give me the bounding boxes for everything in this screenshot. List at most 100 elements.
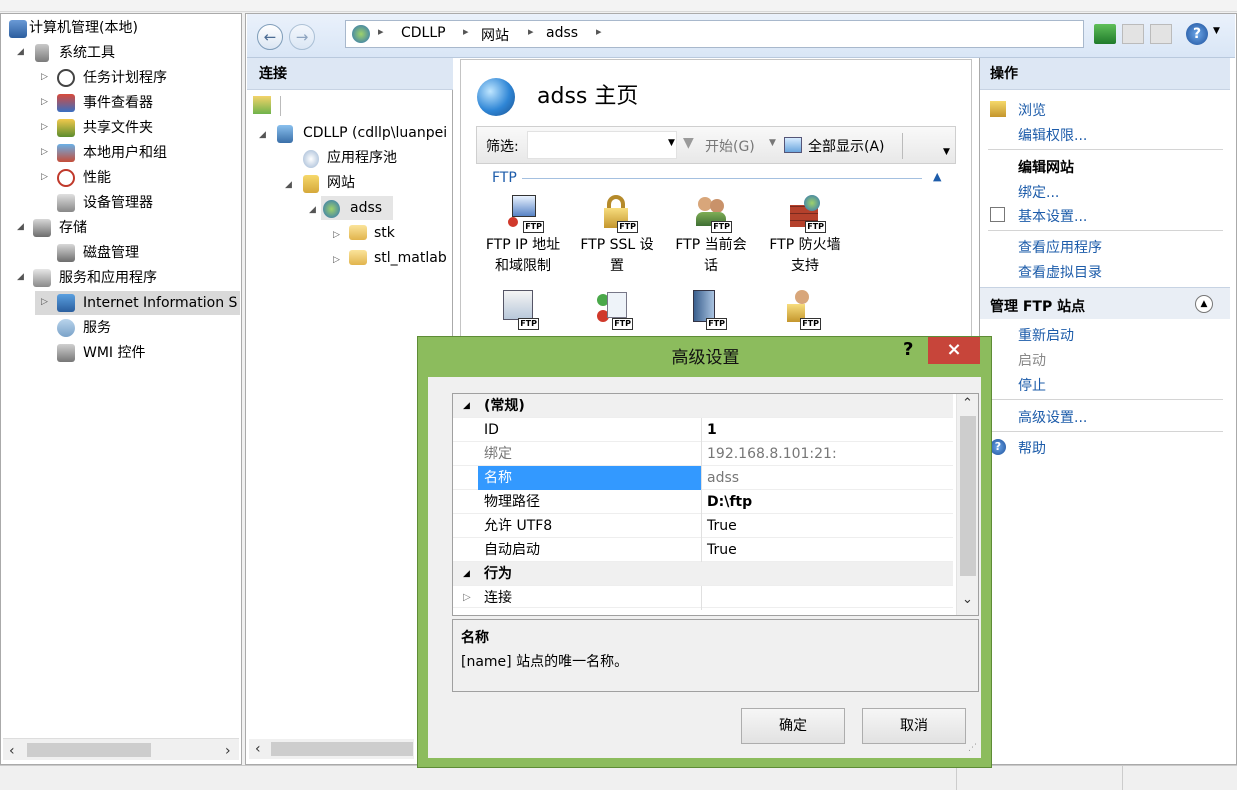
cancel-button[interactable]: 取消 <box>862 708 966 744</box>
category-general[interactable]: ◢ (常规) <box>453 394 953 418</box>
tree-item-wmi[interactable]: WMI 控件 <box>83 341 146 365</box>
stop-icon[interactable] <box>1122 24 1144 44</box>
conn-item-server[interactable]: CDLLP (cdllp\luanpei <box>303 121 453 145</box>
help-icon[interactable]: ? <box>1186 23 1208 45</box>
feature-ftp-ip-restrictions[interactable]: FTP FTP IP 地址 和域限制 <box>478 195 568 277</box>
home-icon[interactable] <box>1150 24 1172 44</box>
expand-arrow-icon[interactable]: ▷ <box>41 122 48 132</box>
chevron-down-icon[interactable]: ▼ <box>769 138 776 148</box>
tree-item-services-applications[interactable]: 服务和应用程序 <box>59 266 157 290</box>
breadcrumb-cdllp[interactable]: CDLLP <box>401 25 446 41</box>
tree-item-event-viewer[interactable]: 事件查看器 <box>83 91 153 115</box>
expand-arrow-icon[interactable]: ▷ <box>41 147 48 157</box>
action-restart[interactable]: 重新启动 <box>1018 325 1074 345</box>
tree-item-device-manager[interactable]: 设备管理器 <box>83 191 153 215</box>
ftp-user-isolation-icon[interactable]: FTP <box>785 290 821 330</box>
ftp-authorization-icon[interactable]: FTP <box>597 290 633 330</box>
property-row-physical-path[interactable]: 物理路径 D:\ftp <box>453 490 953 514</box>
chevron-down-icon[interactable]: ▼ <box>668 138 675 148</box>
tree-item-task-scheduler[interactable]: 任务计划程序 <box>83 66 167 90</box>
scroll-down-icon[interactable]: ⌄ <box>962 592 973 607</box>
collapse-section-icon[interactable]: ▲ <box>1195 295 1213 313</box>
property-row-name[interactable]: 名称 adss <box>453 466 953 490</box>
address-breadcrumb[interactable]: ▸ CDLLP ▸ 网站 ▸ adss ▸ <box>345 20 1084 48</box>
conn-item-sites[interactable]: 网站 <box>327 171 355 195</box>
action-browse[interactable]: 浏览 <box>1018 100 1046 120</box>
property-row-binding[interactable]: 绑定 192.168.8.101:21: <box>453 442 953 466</box>
tree-item-storage[interactable]: 存储 <box>59 216 87 240</box>
start-button[interactable]: 开始(G) <box>705 136 755 156</box>
action-view-applications[interactable]: 查看应用程序 <box>1018 237 1102 257</box>
action-edit-permissions[interactable]: 编辑权限... <box>1018 125 1087 145</box>
left-tree-hscrollbar[interactable]: ‹ › <box>3 738 239 760</box>
dialog-help-button[interactable]: ? <box>903 339 919 365</box>
breadcrumb-adss[interactable]: adss <box>546 25 578 41</box>
action-advanced-settings[interactable]: 高级设置... <box>1018 407 1087 427</box>
conn-item-stk[interactable]: stk <box>374 221 395 245</box>
tree-item-computer-management[interactable]: 计算机管理(本地) <box>29 16 138 40</box>
property-row-auto-start[interactable]: 自动启动 True <box>453 538 953 562</box>
expand-arrow-icon[interactable]: ▷ <box>41 97 48 107</box>
feature-ftp-sessions[interactable]: FTP FTP 当前会 话 <box>666 195 756 277</box>
collapse-group-icon[interactable]: ▲ <box>933 170 941 183</box>
connect-icon[interactable] <box>253 96 271 114</box>
scroll-right-icon[interactable]: › <box>225 743 231 759</box>
connections-hscrollbar[interactable]: ‹ <box>249 739 414 759</box>
ftp-directory-browsing-icon[interactable]: FTP <box>691 290 727 330</box>
filter-input[interactable] <box>527 131 677 159</box>
tree-item-services[interactable]: 服务 <box>83 316 111 340</box>
property-row-utf8[interactable]: 允许 UTF8 True <box>453 514 953 538</box>
back-arrow-icon[interactable]: ← <box>257 24 283 50</box>
expand-arrow-icon[interactable]: ▷ <box>41 172 48 182</box>
expand-arrow-icon[interactable]: ◢ <box>309 205 316 215</box>
expand-arrow-icon[interactable]: ▷ <box>463 586 471 610</box>
expand-arrow-icon[interactable]: ◢ <box>17 272 24 282</box>
action-help[interactable]: 帮助 <box>1018 438 1046 458</box>
tree-item-shared-folders[interactable]: 共享文件夹 <box>83 116 153 140</box>
action-basic-settings[interactable]: 基本设置... <box>1018 206 1087 226</box>
scroll-left-icon[interactable]: ‹ <box>255 741 261 757</box>
action-view-virtual-dirs[interactable]: 查看虚拟目录 <box>1018 262 1102 282</box>
action-stop[interactable]: 停止 <box>1018 375 1046 395</box>
breadcrumb-sites[interactable]: 网站 <box>481 25 509 45</box>
expand-arrow-icon[interactable]: ◢ <box>17 47 24 57</box>
property-grid-scrollbar[interactable]: ⌃ ⌄ <box>956 394 978 615</box>
feature-ftp-ssl[interactable]: FTP FTP SSL 设 置 <box>572 195 662 277</box>
refresh-icon[interactable] <box>1094 24 1116 44</box>
conn-item-stl-matlab[interactable]: stl_matlab <box>374 246 447 270</box>
expand-arrow-icon[interactable]: ▷ <box>41 72 48 82</box>
feature-ftp-firewall[interactable]: FTP FTP 防火墙 支持 <box>760 195 850 277</box>
tree-item-system-tools[interactable]: 系统工具 <box>59 41 115 65</box>
expand-arrow-icon[interactable]: ◢ <box>17 222 24 232</box>
ok-button[interactable]: 确定 <box>741 708 845 744</box>
property-row-id[interactable]: ID 1 <box>453 418 953 442</box>
chevron-down-icon[interactable]: ▼ <box>1213 26 1220 36</box>
expand-arrow-icon[interactable]: ◢ <box>285 180 292 190</box>
expand-arrow-icon[interactable]: ▷ <box>333 230 340 240</box>
scroll-left-icon[interactable]: ‹ <box>9 743 15 759</box>
forward-arrow-icon[interactable]: → <box>289 24 315 50</box>
resize-grip-icon[interactable]: ⋰ <box>968 743 977 753</box>
collapse-arrow-icon[interactable]: ◢ <box>463 562 470 586</box>
category-behavior[interactable]: ◢ 行为 <box>453 562 953 586</box>
tree-item-iis[interactable]: Internet Information S <box>83 291 240 315</box>
expand-arrow-icon[interactable]: ▷ <box>41 297 48 307</box>
scroll-up-icon[interactable]: ⌃ <box>962 396 973 411</box>
tree-item-local-users[interactable]: 本地用户和组 <box>83 141 167 165</box>
expand-arrow-icon[interactable]: ▷ <box>333 255 340 265</box>
tree-item-disk-management[interactable]: 磁盘管理 <box>83 241 139 265</box>
scroll-thumb[interactable] <box>271 742 413 756</box>
show-all-button[interactable]: 全部显示(A) <box>808 136 885 156</box>
action-start[interactable]: 启动 <box>1018 350 1046 370</box>
property-row-connections[interactable]: ▷ 连接 <box>453 586 953 610</box>
tree-item-performance[interactable]: 性能 <box>83 166 111 190</box>
expand-arrow-icon[interactable]: ◢ <box>259 130 266 140</box>
conn-item-app-pools[interactable]: 应用程序池 <box>327 146 397 170</box>
group-by-icon[interactable]: ▼ <box>943 147 950 157</box>
conn-item-adss[interactable]: adss <box>350 196 382 220</box>
scroll-thumb[interactable] <box>960 416 976 576</box>
ftp-logging-icon[interactable]: FTP <box>503 290 539 330</box>
action-bindings[interactable]: 绑定... <box>1018 182 1059 202</box>
collapse-arrow-icon[interactable]: ◢ <box>463 394 470 418</box>
scroll-thumb[interactable] <box>27 743 151 757</box>
